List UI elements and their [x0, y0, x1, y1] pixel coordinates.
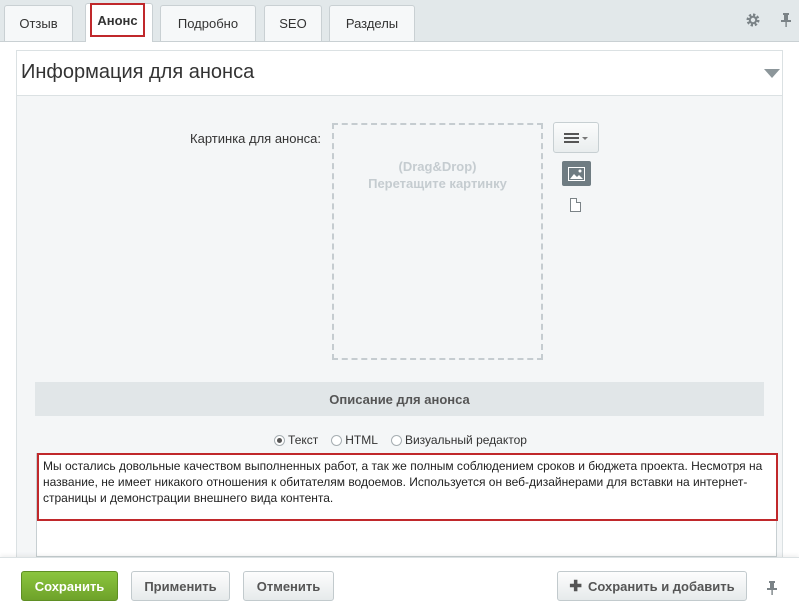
tab-anons[interactable]: Анонс — [85, 3, 153, 42]
tab-podrobno[interactable]: Подробно — [160, 5, 256, 41]
image-dropzone[interactable]: (Drag&Drop) Перетащите картинку — [332, 123, 543, 360]
tab-seo[interactable]: SEO — [264, 5, 322, 41]
save-and-add-button[interactable]: ✚ Сохранить и добавить — [557, 571, 747, 601]
tabs-bar: Отзыв Анонс Подробно SEO Разделы — [0, 0, 799, 42]
plus-icon: ✚ — [569, 578, 582, 595]
section-header: Информация для анонса — [16, 50, 783, 96]
pin-icon[interactable] — [778, 12, 794, 28]
radio-visual[interactable] — [390, 434, 402, 446]
section-title: Информация для анонса — [21, 61, 255, 83]
radio-text[interactable] — [274, 434, 286, 446]
tab-label: SEO — [279, 16, 307, 31]
mode-label: Визуальный редактор — [404, 433, 527, 447]
picture-label: Картинка для анонса: — [190, 131, 321, 146]
main-panel: Информация для анонса Картинка для анонс… — [0, 42, 799, 557]
mode-html[interactable]: HTML — [331, 433, 378, 447]
menu-button[interactable] — [553, 122, 599, 153]
save-and-add-label: Сохранить и добавить — [587, 578, 735, 594]
image-icon — [568, 166, 585, 181]
bottom-toolbar: Сохранить Применить Отменить ✚ Сохранить… — [0, 557, 799, 611]
mode-label: Текст — [288, 433, 319, 447]
hamburger-icon — [564, 132, 588, 143]
mode-label: HTML — [345, 433, 378, 447]
dropzone-text-2: Перетащите картинку — [368, 176, 507, 191]
tab-label: Подробно — [177, 16, 239, 31]
description-header: Описание для анонса — [35, 382, 764, 416]
tab-otzyv[interactable]: Отзыв — [4, 5, 73, 41]
apply-button[interactable]: Применить — [131, 571, 230, 601]
editor-mode-group: Текст HTML Визуальный редактор — [17, 433, 784, 447]
mode-text[interactable]: Текст — [274, 433, 318, 447]
content-area: Картинка для анонса: (Drag&Drop) Перетащ… — [16, 96, 783, 557]
tab-anons-highlight: Анонс — [90, 3, 145, 37]
tab-label: Анонс — [97, 12, 138, 28]
tab-label: Отзыв — [19, 16, 58, 31]
image-upload-button[interactable] — [562, 161, 591, 186]
description-text[interactable]: Мы остались довольные качеством выполнен… — [37, 453, 778, 521]
mode-visual[interactable]: Визуальный редактор — [390, 433, 527, 447]
pin-icon[interactable] — [765, 580, 779, 596]
file-icon[interactable] — [570, 198, 581, 212]
radio-html[interactable] — [331, 434, 343, 446]
save-button[interactable]: Сохранить — [21, 571, 118, 601]
gear-icon[interactable] — [745, 12, 761, 28]
cancel-button[interactable]: Отменить — [243, 571, 334, 601]
collapse-toggle-icon[interactable] — [764, 69, 780, 78]
tab-label: Разделы — [345, 16, 399, 31]
tab-razdely[interactable]: Разделы — [329, 5, 415, 41]
dropzone-text-1: (Drag&Drop) — [398, 159, 477, 174]
